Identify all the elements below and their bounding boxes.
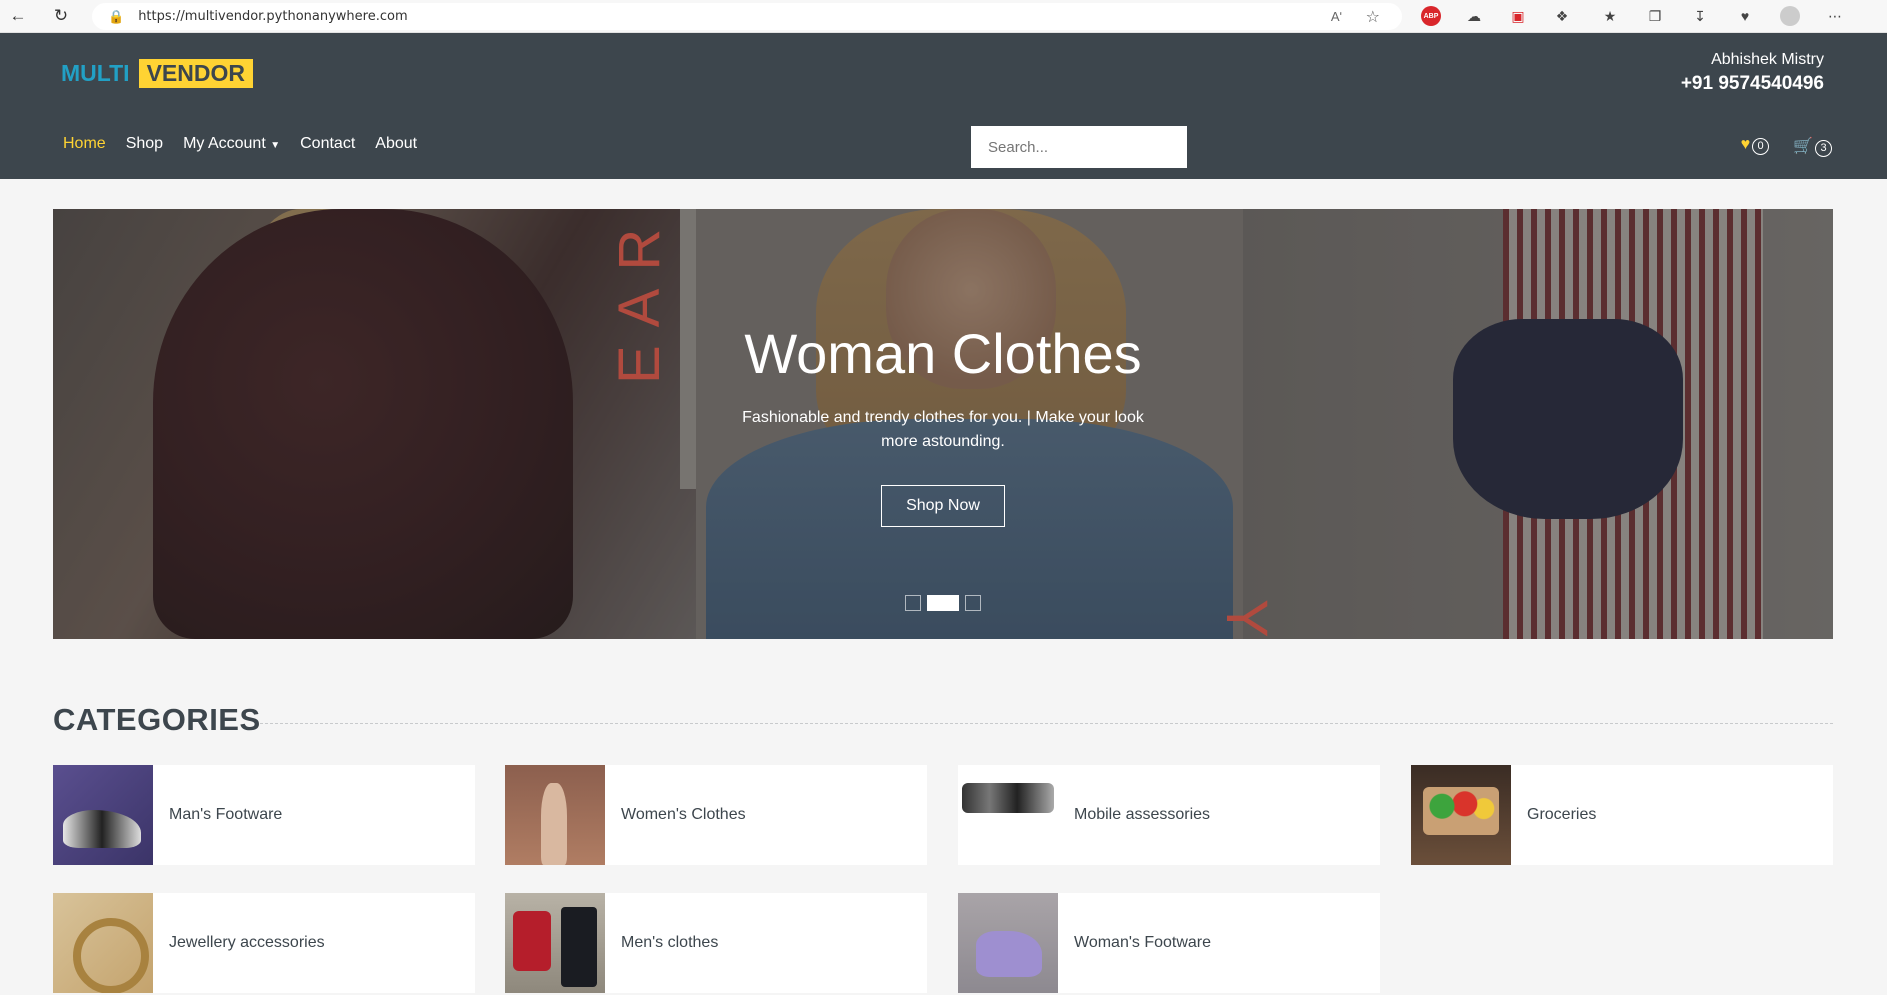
carousel-indicator-3[interactable] [965,595,981,611]
site-logo[interactable]: MULTI VENDOR [61,59,253,88]
browser-toolbar: ← ↻ 🔒 https://multivendor.pythonanywhere… [0,0,1887,33]
category-image [53,893,153,993]
nav-shop[interactable]: Shop [126,135,163,153]
category-image [1411,765,1511,865]
health-icon[interactable]: ♥ [1735,6,1755,26]
logo-vendor: VENDOR [138,59,253,88]
carousel-indicator-2[interactable] [927,595,959,611]
chevron-down-icon: ▼ [270,140,281,151]
category-label: Women's Clothes [621,806,746,823]
read-aloud-icon[interactable]: Aʹ [1331,9,1342,24]
category-card[interactable]: Women's Clothes [505,765,927,865]
category-image [958,893,1058,993]
category-image [505,765,605,865]
screenshot-extension-icon[interactable]: ▣ [1508,6,1528,26]
category-card[interactable]: Jewellery accessories [53,893,475,993]
wishlist-button[interactable]: ♥ 0 [1741,136,1770,157]
category-image [505,893,605,993]
extension-icon[interactable]: ☁ [1464,6,1484,26]
contact-phone: +91 9574540496 [1680,73,1824,94]
category-card[interactable]: Groceries [1411,765,1833,865]
downloads-icon[interactable]: ↧ [1690,6,1710,26]
cart-icon: 🛒 [1793,138,1813,155]
main-navigation: Home Shop My Account ▼ Contact About [63,135,417,153]
category-label: Man's Footware [169,806,283,823]
contact-info: Abhishek Mistry +91 9574540496 [1681,51,1824,95]
favorites-icon[interactable]: ★ [1600,6,1620,26]
header-icons: ♥ 0 🛒 3 [1741,136,1832,157]
favorite-star-icon[interactable]: ☆ [1366,7,1380,27]
cart-count: 3 [1815,139,1832,157]
nav-about[interactable]: About [375,135,417,153]
carousel-indicators [905,595,981,611]
collections-icon[interactable]: ❐ [1645,6,1665,26]
category-card[interactable]: Men's clothes [505,893,927,993]
category-card[interactable]: Man's Footware [53,765,475,865]
contact-name: Abhishek Mistry [1711,51,1824,68]
lock-icon: 🔒 [108,8,125,24]
nav-my-account[interactable]: My Account ▼ [183,135,280,153]
cart-button[interactable]: 🛒 3 [1793,136,1832,157]
back-icon[interactable]: ← [8,6,28,26]
slide-subtitle: Fashionable and trendy clothes for you. … [742,409,1144,450]
reload-icon[interactable]: ↻ [51,6,71,26]
carousel-indicator-1[interactable] [905,595,921,611]
slide-title: Woman Clothes [744,322,1142,385]
category-label: Mobile assessories [1074,806,1211,823]
category-label: Men's clothes [621,934,719,951]
nav-home[interactable]: Home [63,135,106,153]
adblock-icon[interactable]: ABP [1421,6,1441,26]
category-image [53,765,153,865]
category-card[interactable]: Woman's Footware [958,893,1380,993]
search-input[interactable] [971,126,1187,168]
heart-icon: ♥ [1740,136,1751,153]
wishlist-count: 0 [1752,137,1770,155]
category-image [958,765,1058,865]
more-menu-icon[interactable]: ⋯ [1825,6,1845,26]
category-label: Woman's Footware [1074,934,1212,951]
category-card[interactable]: Mobile assessories [958,765,1380,865]
address-bar[interactable]: 🔒 https://multivendor.pythonanywhere.com… [92,3,1402,30]
categories-heading: CATEGORIES [53,702,261,737]
puzzle-icon[interactable]: ❖ [1552,6,1572,26]
slide-letters-your: YOUR [1213,599,1280,639]
shop-now-button[interactable]: Shop Now [881,485,1005,527]
logo-multi: MULTI [61,60,130,86]
profile-avatar[interactable] [1780,6,1800,26]
nav-my-account-label: My Account [183,135,266,152]
categories-divider [260,723,1833,724]
site-header: MULTI VENDOR Abhishek Mistry +91 9574540… [0,33,1887,179]
hero-carousel[interactable]: EARN YOUR Woman Clothes Fashionable and … [53,209,1833,639]
address-url[interactable]: https://multivendor.pythonanywhere.com [138,9,407,24]
category-label: Groceries [1527,806,1597,823]
category-label: Jewellery accessories [169,934,325,951]
nav-contact[interactable]: Contact [300,135,355,153]
